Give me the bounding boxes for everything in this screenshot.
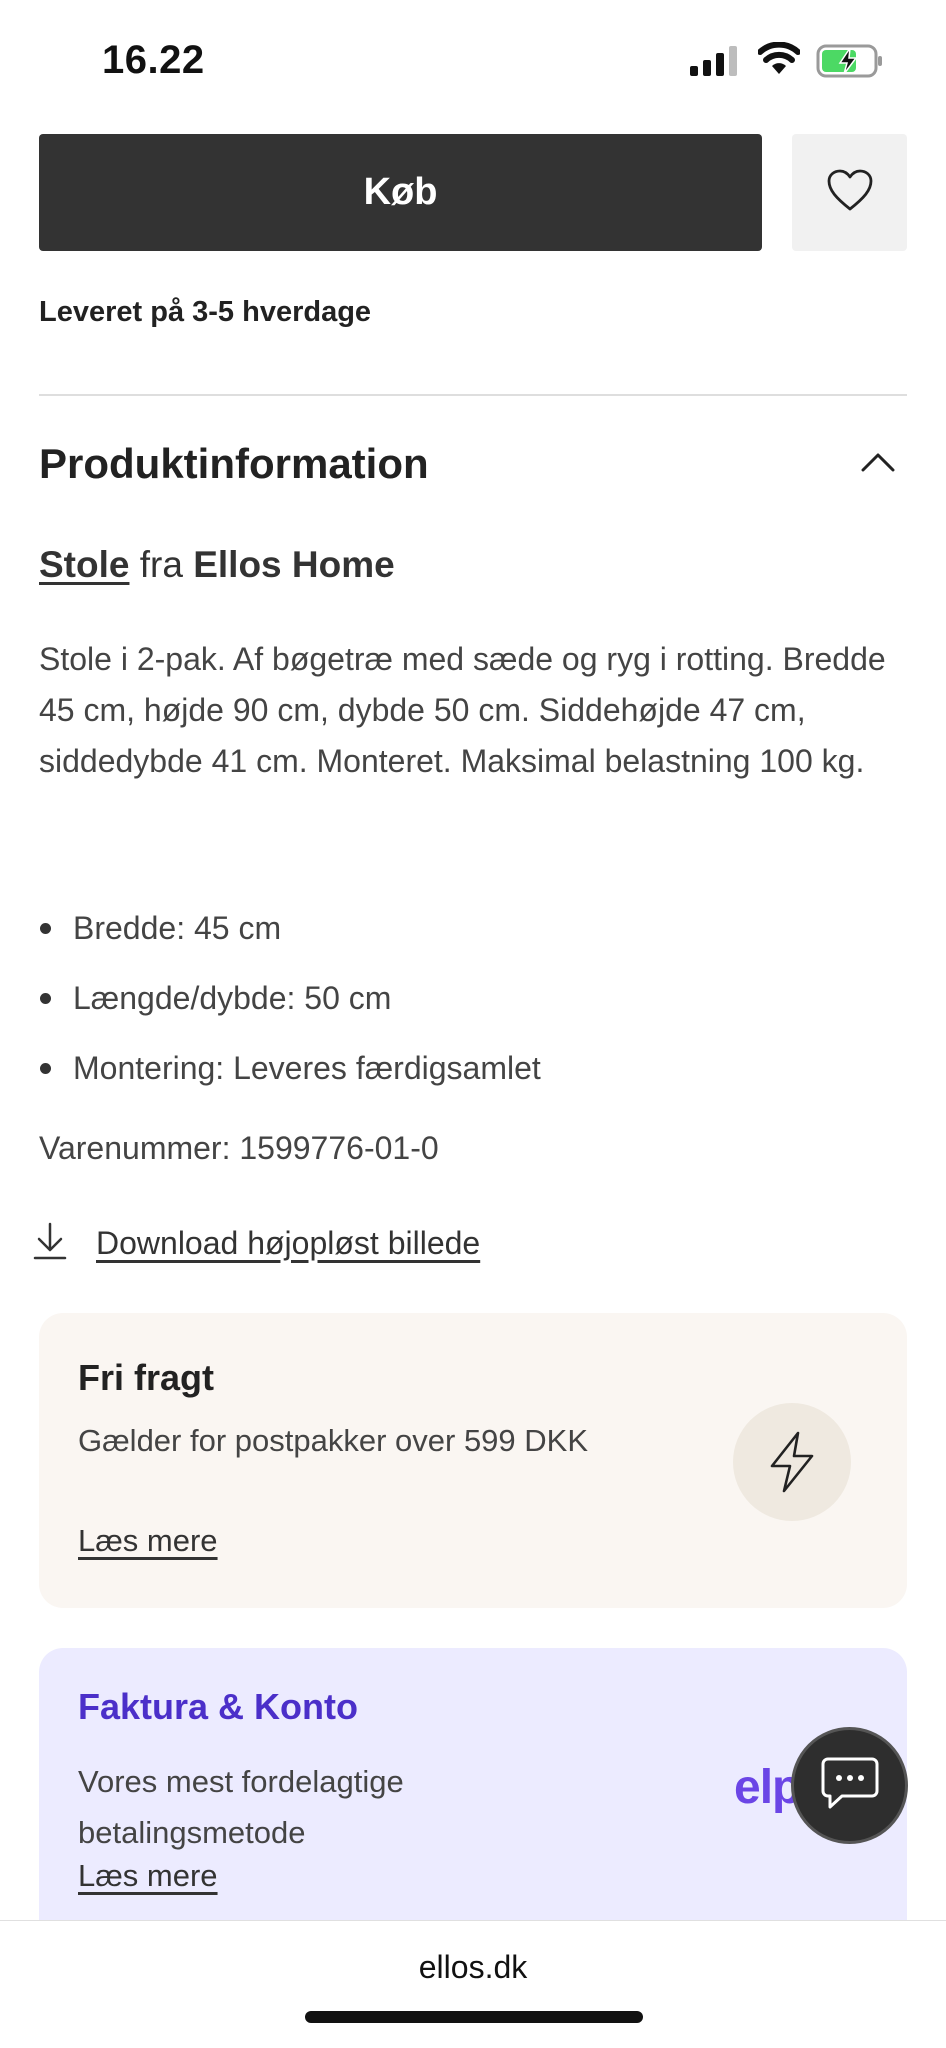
bullet-icon <box>40 992 51 1004</box>
free-shipping-text: Gælder for postpakker over 599 DKK <box>78 1423 589 1458</box>
url-text[interactable]: ellos.dk <box>0 1949 946 1986</box>
download-image-link[interactable]: Download højopløst billede <box>32 1221 480 1266</box>
chat-bubble-icon <box>820 1755 880 1816</box>
free-shipping-read-more[interactable]: Læs mere <box>78 1523 218 1559</box>
battery-charging-icon <box>816 44 884 83</box>
spec-text: Bredde: 45 cm <box>73 909 282 946</box>
invoice-title: Faktura & Konto <box>78 1686 359 1727</box>
spec-text: Montering: Leveres færdigsamlet <box>73 1049 541 1086</box>
status-time: 16.22 <box>102 38 205 82</box>
product-brand-line: Stole fra Ellos Home <box>39 544 395 586</box>
bullet-icon <box>40 922 51 934</box>
product-description: Stole i 2-pak. Af bøgetræ med sæde og ry… <box>39 641 886 779</box>
download-label[interactable]: Download højopløst billede <box>96 1225 480 1262</box>
free-shipping-title: Fri fragt <box>78 1357 215 1398</box>
divider <box>39 394 907 396</box>
wifi-icon <box>757 41 801 81</box>
spec-item: Bredde: 45 cm <box>39 893 541 963</box>
free-shipping-card: Fri fragt Gælder for postpakker over 599… <box>39 1313 907 1608</box>
spec-text: Længde/dybde: 50 cm <box>73 979 392 1016</box>
section-title-product-info[interactable]: Produktinformation <box>39 440 429 488</box>
spec-list: Bredde: 45 cm Længde/dybde: 50 cm Monter… <box>39 893 541 1103</box>
spec-item: Montering: Leveres færdigsamlet <box>39 1033 541 1103</box>
invoice-card: Faktura & Konto Vores mest fordelagtige … <box>39 1648 907 1948</box>
bullet-icon <box>40 1062 51 1074</box>
lightning-icon <box>733 1403 851 1521</box>
category-link[interactable]: Stole <box>39 544 129 585</box>
signal-icon <box>690 46 738 81</box>
spec-item: Længde/dybde: 50 cm <box>39 963 541 1033</box>
heart-icon <box>826 168 874 217</box>
delivery-text: Leveret på 3-5 hverdage <box>39 296 372 328</box>
browser-address-bar[interactable]: ellos.dk <box>0 1920 946 2048</box>
buy-button[interactable]: Køb <box>39 134 762 251</box>
from-word: fra <box>139 544 183 585</box>
invoice-read-more[interactable]: Læs mere <box>78 1858 218 1894</box>
favorite-button[interactable] <box>792 134 907 251</box>
brand-name: Ellos Home <box>193 544 395 585</box>
download-icon <box>32 1221 68 1266</box>
sku-text: Varenummer: 1599776-01-0 <box>39 1130 439 1166</box>
home-indicator[interactable] <box>305 2011 643 2023</box>
chevron-up-icon[interactable] <box>860 450 896 479</box>
invoice-text: Vores mest fordelagtige betalingsmetode <box>78 1764 404 1850</box>
chat-button[interactable] <box>791 1727 908 1844</box>
